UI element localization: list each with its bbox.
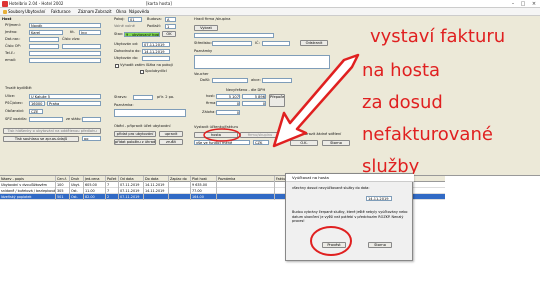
app-window: Hotelbrix 2.04 - Hotel 2002 [karta hosta…	[0, 0, 540, 286]
hosta-highlight-circle	[203, 128, 241, 142]
annotation-overlay	[203, 53, 360, 256]
provest-highlight-circle	[310, 226, 352, 256]
red-arrow-icon	[272, 53, 360, 148]
